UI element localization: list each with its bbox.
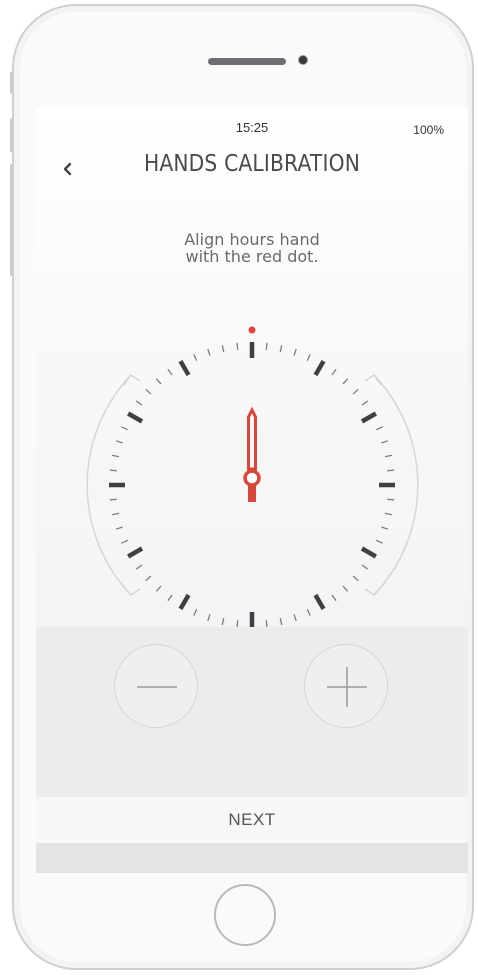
hour-tick xyxy=(127,411,144,424)
minute-tick xyxy=(293,348,297,356)
minute-tick xyxy=(155,378,162,385)
minute-tick xyxy=(387,469,395,472)
minute-tick xyxy=(375,426,383,431)
minute-tick xyxy=(135,400,143,406)
minute-tick xyxy=(145,575,152,582)
speaker-grille xyxy=(208,58,286,65)
instruction-line-2: with the red dot. xyxy=(185,247,319,266)
hour-tick xyxy=(360,411,377,424)
minute-tick xyxy=(293,614,297,622)
controls-area xyxy=(36,627,468,797)
minute-tick xyxy=(331,594,337,602)
hours-hand xyxy=(243,406,261,502)
hour-tick xyxy=(178,360,191,377)
minute-tick xyxy=(109,498,117,501)
target-red-dot xyxy=(248,326,256,334)
minute-tick xyxy=(221,344,225,353)
front-camera xyxy=(298,55,308,65)
app-screen: 15:25 100% HANDS CALIBRATION Align hours… xyxy=(36,107,468,873)
minute-tick xyxy=(342,585,349,592)
minute-tick xyxy=(361,400,369,406)
minute-tick xyxy=(111,454,120,458)
minute-tick xyxy=(167,594,173,602)
minute-tick xyxy=(265,620,268,627)
minute-tick xyxy=(384,512,393,516)
home-button[interactable] xyxy=(214,884,276,946)
minute-tick xyxy=(115,526,123,530)
watch-dial[interactable] xyxy=(36,317,468,627)
minute-tick xyxy=(207,348,211,356)
minute-tick xyxy=(236,620,239,627)
minus-icon xyxy=(137,686,177,688)
minute-tick xyxy=(121,539,129,544)
minute-tick xyxy=(221,617,225,626)
hour-tick xyxy=(178,593,191,610)
minute-tick xyxy=(387,498,395,501)
bottom-strip xyxy=(36,843,468,873)
status-time: 15:25 xyxy=(235,120,269,135)
minute-tick xyxy=(236,342,239,350)
minute-tick xyxy=(306,608,311,616)
minute-tick xyxy=(121,426,129,431)
hour-tick xyxy=(313,593,326,610)
minute-tick xyxy=(352,388,359,395)
minute-tick xyxy=(279,617,283,626)
minute-tick xyxy=(111,512,120,516)
minute-tick xyxy=(381,440,389,444)
minute-tick xyxy=(306,354,311,362)
hour-tick xyxy=(360,546,377,559)
minute-tick xyxy=(115,440,123,444)
minute-tick xyxy=(279,344,283,353)
minute-tick xyxy=(193,354,198,362)
minute-tick xyxy=(342,378,349,385)
status-battery: 100% xyxy=(413,123,444,137)
minute-tick xyxy=(155,585,162,592)
minute-tick xyxy=(167,368,173,376)
hour-tick xyxy=(313,360,326,377)
minus-button[interactable] xyxy=(114,644,198,728)
minute-tick xyxy=(265,342,268,350)
next-button[interactable]: NEXT xyxy=(36,797,468,843)
minute-tick xyxy=(109,469,117,472)
minute-tick xyxy=(361,564,369,570)
minute-tick xyxy=(331,368,337,376)
minute-tick xyxy=(384,454,393,458)
minute-tick xyxy=(193,608,198,616)
page-title: HANDS CALIBRATION xyxy=(143,151,361,177)
plus-button[interactable] xyxy=(304,644,388,728)
minute-tick xyxy=(352,575,359,582)
minute-tick xyxy=(381,526,389,530)
instruction-line-1: Align hours hand xyxy=(184,230,320,249)
instruction-text: Align hours hand with the red dot. xyxy=(36,231,468,265)
minute-tick xyxy=(135,564,143,570)
minute-tick xyxy=(207,614,211,622)
minute-tick xyxy=(145,388,152,395)
minute-tick xyxy=(375,539,383,544)
hour-tick xyxy=(127,546,144,559)
plus-icon xyxy=(327,667,367,707)
